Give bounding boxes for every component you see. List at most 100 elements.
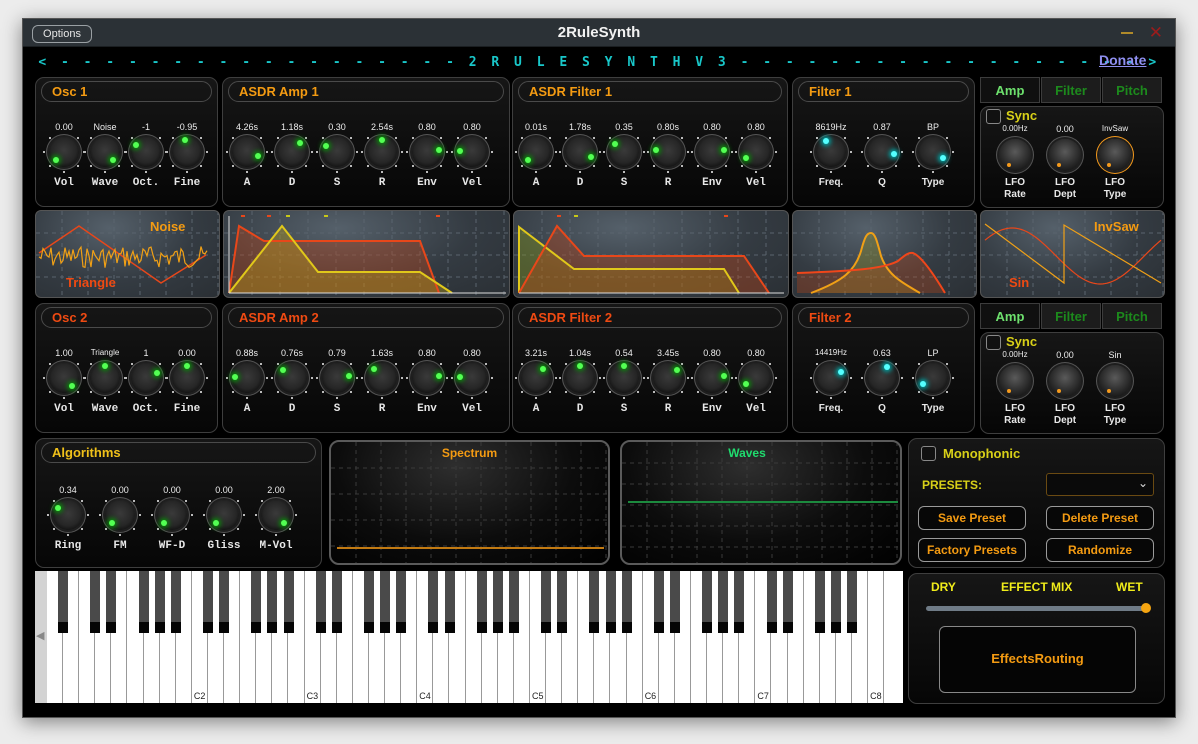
knob-dial[interactable]: [271, 136, 313, 173]
osc1-knob-fine[interactable]: -0.95 Fine: [166, 122, 208, 189]
filter1-knob-type[interactable]: BP Type: [912, 122, 954, 188]
lfo1-tab-amp[interactable]: Amp: [980, 77, 1040, 103]
filter2-knob-freq[interactable]: 14419Hz Freq.: [810, 348, 852, 414]
knob-dial[interactable]: [559, 136, 601, 173]
knob-dial[interactable]: [271, 362, 313, 399]
knob-dial[interactable]: [647, 362, 689, 399]
knob-dial[interactable]: [406, 136, 448, 173]
lfo2-knob-rate[interactable]: 0.00Hz LFO Rate: [995, 350, 1035, 427]
algorithms-knob-mvol[interactable]: 2.00 M-Vol: [255, 485, 297, 552]
knob-dial[interactable]: [810, 136, 852, 173]
keyboard-scrollbar[interactable]: ◀: [35, 571, 47, 703]
knob-dial[interactable]: [361, 362, 403, 399]
white-key[interactable]: [562, 571, 579, 703]
knob-dial[interactable]: [735, 362, 777, 399]
knob-dial[interactable]: [361, 136, 403, 173]
lfo1-tab-filter[interactable]: Filter: [1041, 77, 1101, 103]
filter1-knob-q[interactable]: 0.87 Q: [861, 122, 903, 188]
delete-preset-button[interactable]: Delete Preset: [1046, 506, 1154, 530]
knob-dial[interactable]: [406, 362, 448, 399]
lfo2-tab-amp[interactable]: Amp: [980, 303, 1040, 329]
knob-dial[interactable]: [559, 362, 601, 399]
lfo2-tab-filter[interactable]: Filter: [1041, 303, 1101, 329]
lfo2-sync-checkbox[interactable]: [986, 335, 1001, 350]
piano-keyboard[interactable]: ◀ C2 C3 C4 C5 C6 C7 C8: [35, 571, 903, 703]
white-key[interactable]: [868, 571, 885, 703]
lfo1-sync-checkbox[interactable]: [986, 109, 1001, 124]
knob-dial[interactable]: [603, 136, 645, 173]
knob-dial[interactable]: [43, 136, 85, 173]
knob-dial[interactable]: [125, 136, 167, 173]
factory-presets-button[interactable]: Factory Presets: [918, 538, 1026, 562]
scroll-left-icon[interactable]: ◀: [36, 629, 44, 642]
knob-dial[interactable]: [810, 362, 852, 399]
osc2-knob-fine[interactable]: 0.00 Fine: [166, 348, 208, 415]
knob-dial[interactable]: [151, 499, 193, 536]
knob-dial[interactable]: [203, 499, 245, 536]
monophonic-checkbox[interactable]: [921, 446, 936, 461]
knob-dial[interactable]: [515, 362, 557, 399]
white-key[interactable]: [111, 571, 128, 703]
white-key[interactable]: [337, 571, 353, 703]
asdr-amp2-knob-vel[interactable]: 0.80 Vel: [451, 348, 493, 415]
lfo2-knob-type[interactable]: Sin LFO Type: [1095, 350, 1135, 427]
white-key[interactable]: [224, 571, 241, 703]
filter2-knob-q[interactable]: 0.63 Q: [861, 348, 903, 414]
knob-dial[interactable]: [451, 136, 493, 173]
white-key[interactable]: [401, 571, 418, 703]
knob-dial[interactable]: [316, 362, 358, 399]
knob-dial[interactable]: [861, 362, 903, 399]
knob-dial[interactable]: [647, 136, 689, 173]
asdr-filter1-knob-vel[interactable]: 0.80 Vel: [735, 122, 777, 189]
effect-mix-slider[interactable]: [926, 603, 1151, 613]
white-key[interactable]: [852, 571, 869, 703]
knob-dial[interactable]: [226, 362, 268, 399]
knob-dial[interactable]: [1049, 365, 1081, 397]
knob-dial[interactable]: [691, 136, 733, 173]
knob-dial[interactable]: [316, 136, 358, 173]
knob-dial[interactable]: [451, 362, 493, 399]
lfo2-tab-pitch[interactable]: Pitch: [1102, 303, 1162, 329]
knob-dial[interactable]: [166, 362, 208, 399]
knob-dial[interactable]: [1099, 139, 1131, 171]
knob-dial[interactable]: [99, 499, 141, 536]
white-key[interactable]: [289, 571, 305, 703]
white-key[interactable]: [788, 571, 804, 703]
presets-dropdown[interactable]: ⌄: [1046, 473, 1154, 496]
effect-mix-slider-handle[interactable]: [1141, 603, 1151, 613]
white-key[interactable]: [514, 571, 530, 703]
algorithms-knob-ring[interactable]: 0.34 Ring: [47, 485, 89, 552]
knob-dial[interactable]: [84, 362, 126, 399]
white-key[interactable]: [739, 571, 756, 703]
knob-dial[interactable]: [125, 362, 167, 399]
knob-dial[interactable]: [47, 499, 89, 536]
algorithms-knob-gliss[interactable]: 0.00 Gliss: [203, 485, 245, 552]
white-key[interactable]: [176, 571, 192, 703]
lfo1-knob-type[interactable]: InvSaw LFO Type: [1095, 124, 1135, 201]
asdr-amp1-knob-vel[interactable]: 0.80 Vel: [451, 122, 493, 189]
effects-routing-button[interactable]: EffectsRouting: [939, 626, 1136, 693]
knob-dial[interactable]: [515, 136, 557, 173]
knob-dial[interactable]: [166, 136, 208, 173]
lfo1-tab-pitch[interactable]: Pitch: [1102, 77, 1162, 103]
lfo2-knob-dept[interactable]: 0.00 LFO Dept: [1045, 350, 1085, 427]
filter2-knob-type[interactable]: LP Type: [912, 348, 954, 414]
knob-dial[interactable]: [1099, 365, 1131, 397]
lfo1-knob-rate[interactable]: 0.00Hz LFO Rate: [995, 124, 1035, 201]
filter1-knob-freq[interactable]: 8619Hz Freq.: [810, 122, 852, 188]
knob-dial[interactable]: [912, 136, 954, 173]
lfo1-knob-dept[interactable]: 0.00 LFO Dept: [1045, 124, 1085, 201]
knob-dial[interactable]: [999, 365, 1031, 397]
knob-dial[interactable]: [912, 362, 954, 399]
knob-dial[interactable]: [226, 136, 268, 173]
white-key[interactable]: [627, 571, 643, 703]
knob-dial[interactable]: [1049, 139, 1081, 171]
asdr-filter2-knob-vel[interactable]: 0.80 Vel: [735, 348, 777, 415]
knob-dial[interactable]: [691, 362, 733, 399]
knob-dial[interactable]: [735, 136, 777, 173]
white-key[interactable]: [675, 571, 691, 703]
algorithms-knob-wfd[interactable]: 0.00 WF-D: [151, 485, 193, 552]
knob-dial[interactable]: [43, 362, 85, 399]
white-key[interactable]: [63, 571, 80, 703]
knob-dial[interactable]: [999, 139, 1031, 171]
